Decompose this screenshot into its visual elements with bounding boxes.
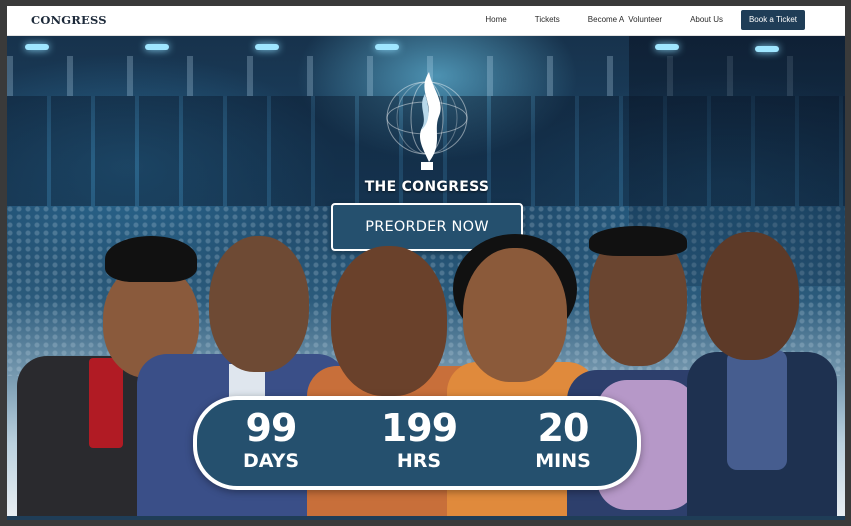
next-section-edge	[7, 516, 845, 520]
countdown-hours: 199 HRS	[359, 406, 479, 472]
brand-logo[interactable]: CONGRESS	[31, 13, 107, 27]
countdown-days-value: 99	[245, 406, 298, 450]
countdown-minutes: 20 MINS	[503, 406, 623, 472]
countdown-hours-value: 199	[380, 406, 458, 450]
nav-link-volunteer[interactable]: Become A Volunteer	[588, 10, 662, 30]
nav-link-about[interactable]: About Us	[690, 10, 723, 30]
book-ticket-button[interactable]: Book a Ticket	[740, 10, 805, 30]
countdown-minutes-label: MINS	[535, 450, 591, 472]
nav-links: Home Tickets Become A Volunteer About Us…	[457, 10, 805, 30]
ceiling-lights	[7, 42, 845, 56]
logo-title: THE CONGRESS	[364, 179, 490, 195]
countdown-hours-label: HRS	[396, 450, 442, 472]
countdown-timer: 99 DAYS 199 HRS 20 MINS	[193, 396, 641, 490]
browser-page: CONGRESS Home Tickets Become A Volunteer…	[7, 6, 845, 520]
nav-link-home[interactable]: Home	[485, 10, 506, 30]
nav-link-tickets[interactable]: Tickets	[535, 10, 560, 30]
countdown-minutes-value: 20	[537, 406, 590, 450]
congress-flame-logo-icon	[386, 72, 468, 170]
countdown-days-label: DAYS	[242, 450, 300, 472]
speaker-portrait-6	[687, 232, 837, 516]
top-navbar: CONGRESS Home Tickets Become A Volunteer…	[7, 6, 845, 36]
countdown-days: 99 DAYS	[211, 406, 331, 472]
hero-banner: THE CONGRESS PREORDER NOW 99 DAYS 199 HR…	[7, 36, 845, 516]
